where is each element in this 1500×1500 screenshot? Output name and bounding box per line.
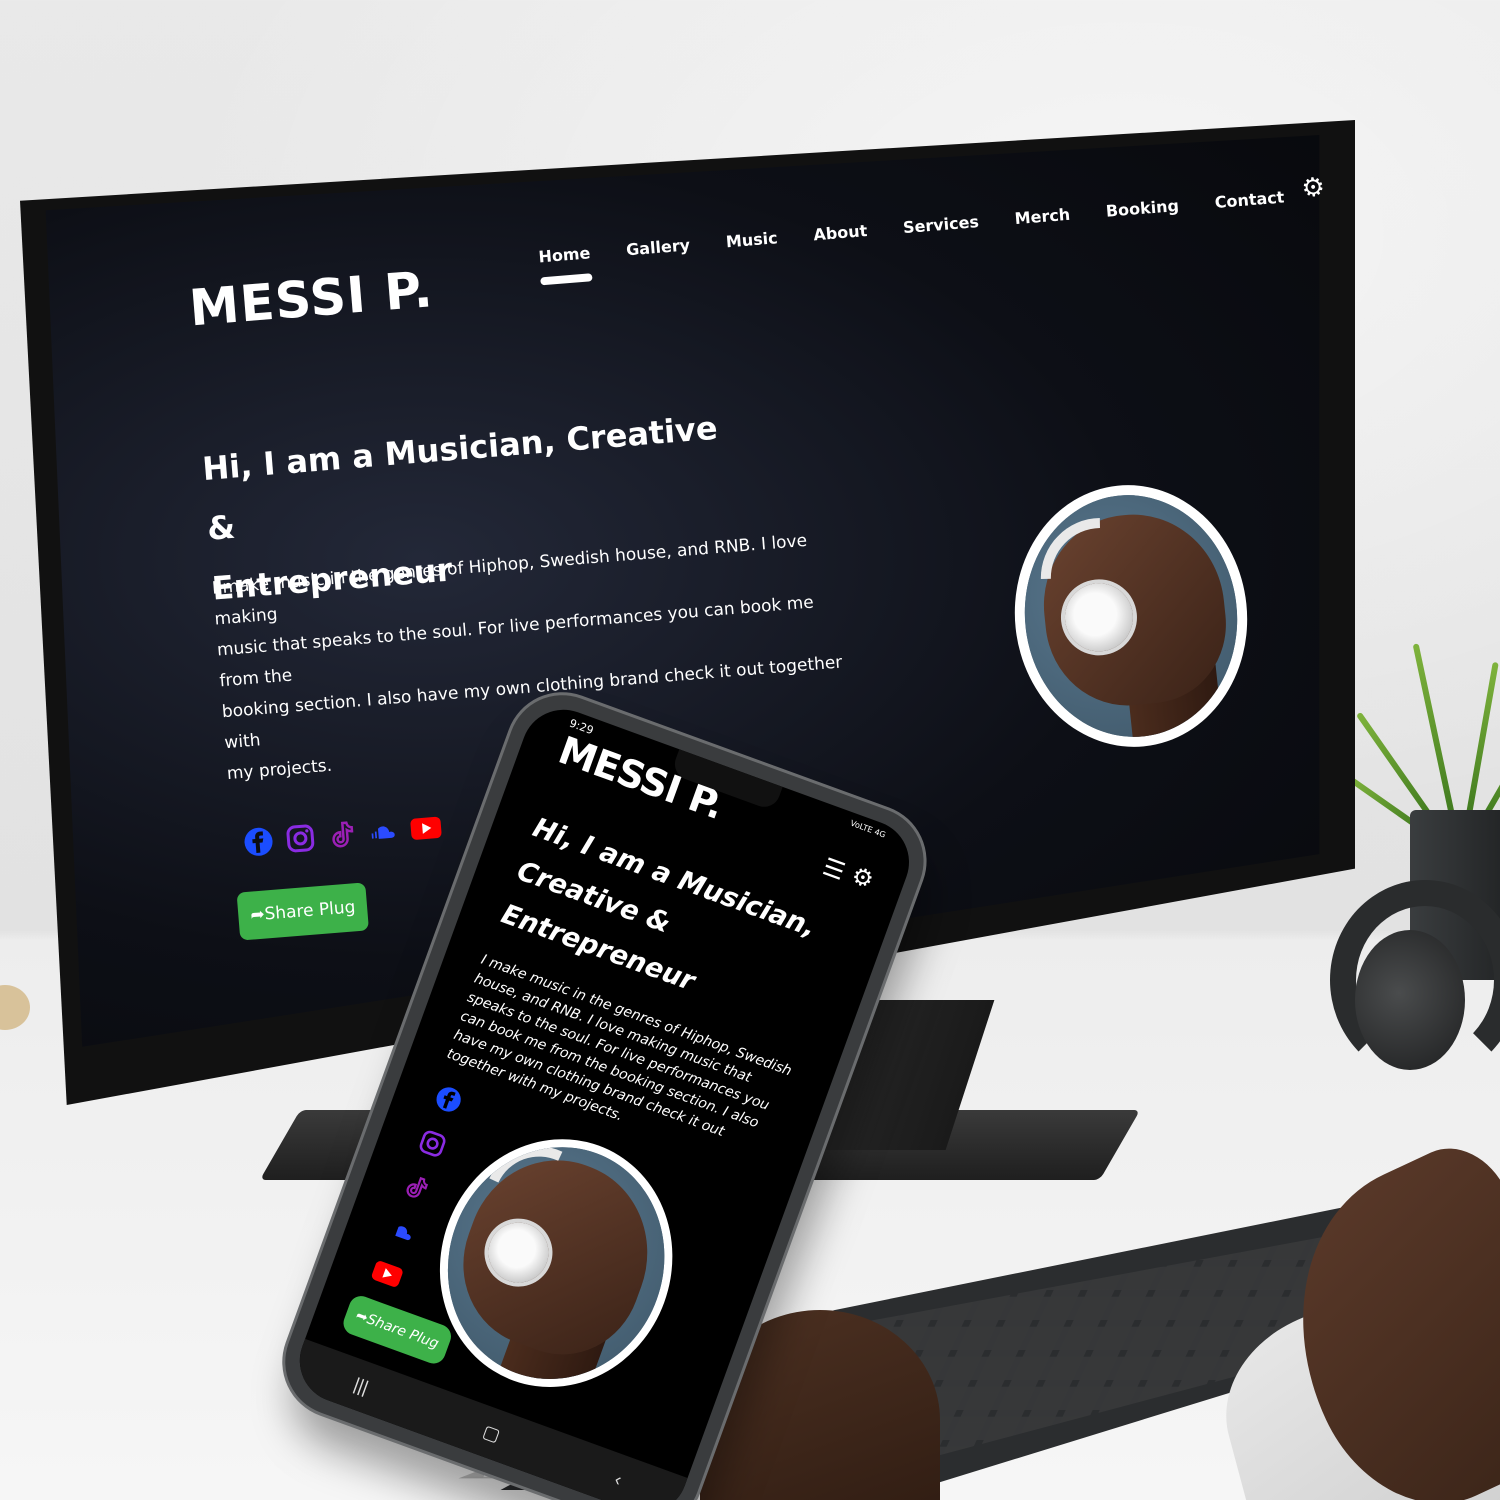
nav-contact[interactable]: Contact [1214,187,1285,212]
youtube-icon[interactable] [409,811,443,845]
status-signal: VoLTE 4G [849,818,887,840]
youtube-icon[interactable] [367,1258,405,1296]
facebook-icon[interactable] [430,1083,469,1122]
nav-booking[interactable]: Booking [1105,196,1179,221]
hero-title-line1: Hi, I am a Musician, Creative & [200,408,719,548]
instagram-icon[interactable] [283,821,317,855]
soundcloud-icon[interactable] [367,814,401,848]
tiktok-icon[interactable] [398,1171,437,1210]
nav-gallery[interactable]: Gallery [625,235,690,259]
profile-avatar [1001,473,1261,759]
nav-home[interactable]: Home [538,243,591,266]
recent-apps-button[interactable]: ||| [351,1374,371,1399]
tiktok-icon[interactable] [325,818,359,852]
gear-icon[interactable]: ⚙ [1300,171,1326,203]
nav-services[interactable]: Services [902,212,979,237]
instagram-icon[interactable] [414,1127,453,1166]
nav-merch[interactable]: Merch [1014,205,1071,228]
gear-icon[interactable]: ⚙ [847,861,877,896]
mobile-profile-avatar [405,1106,707,1420]
hamburger-menu-icon[interactable]: ☰ [819,852,849,887]
home-button[interactable]: ▢ [480,1421,503,1447]
soundcloud-icon[interactable] [383,1215,421,1253]
headphones-cup [1355,930,1465,1070]
hero-text-line4: my projects. [226,755,333,785]
facebook-icon[interactable] [241,825,275,859]
nav-about[interactable]: About [813,221,868,244]
share-plug-label: Share Plug [263,897,357,925]
back-button[interactable]: ‹ [612,1468,624,1490]
share-plug-button[interactable]: ➦Share Plug [236,882,370,941]
social-links [241,811,443,859]
main-nav: Home Gallery Music About Services Merch … [538,171,1326,267]
site-logo[interactable]: MESSI P. [187,260,435,337]
nav-music[interactable]: Music [725,228,778,251]
